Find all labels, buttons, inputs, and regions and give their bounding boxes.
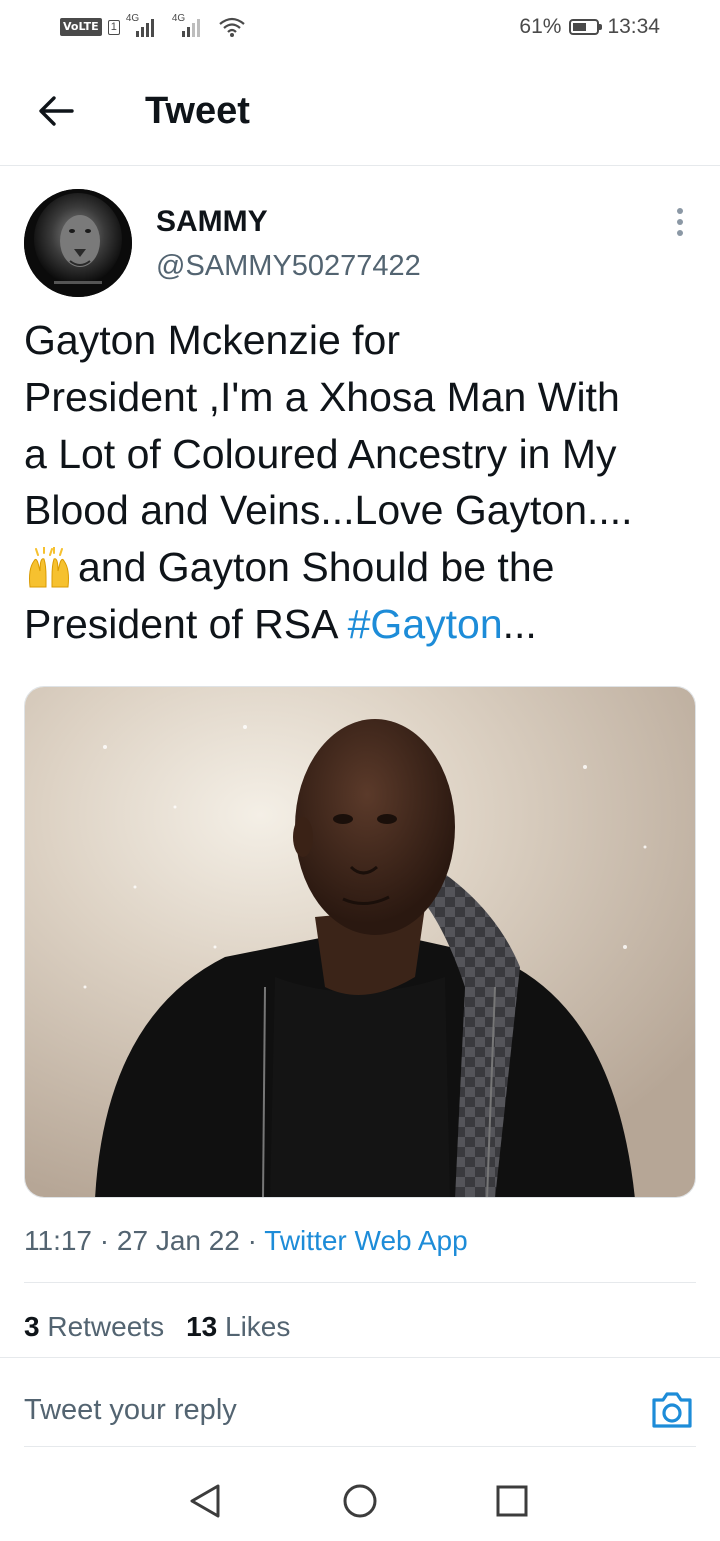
meta-separator: · bbox=[239, 1225, 265, 1256]
tweet-text-line: Gayton Mckenzie for bbox=[24, 317, 400, 363]
nav-recents-icon bbox=[496, 1485, 528, 1517]
more-options-icon[interactable] bbox=[666, 204, 694, 240]
retweets-label: Retweets bbox=[47, 1311, 165, 1342]
meta-separator: · bbox=[92, 1225, 117, 1256]
lion-avatar-icon bbox=[24, 189, 132, 297]
tweet-stats: 3 Retweets 13 Likes bbox=[24, 1308, 290, 1346]
photo-person-image bbox=[25, 687, 695, 1197]
divider bbox=[24, 1446, 696, 1447]
reply-input[interactable]: Tweet your reply bbox=[24, 1390, 237, 1430]
arrow-left-icon bbox=[39, 96, 74, 126]
nav-home-icon bbox=[343, 1484, 377, 1518]
author-name[interactable]: SAMMY bbox=[156, 204, 268, 240]
likes-label: Likes bbox=[225, 1311, 291, 1342]
back-button[interactable] bbox=[34, 89, 78, 133]
tweet-meta: 11:17 · 27 Jan 22 · Twitter Web App bbox=[24, 1222, 468, 1260]
nav-recents-button[interactable] bbox=[490, 1480, 534, 1524]
tweet-date: 27 Jan 22 bbox=[116, 1225, 240, 1256]
system-nav-bar bbox=[0, 1460, 720, 1541]
raising-hands-emoji-icon bbox=[29, 547, 69, 588]
sim-indicator: 1 bbox=[107, 19, 120, 35]
camera-button[interactable] bbox=[648, 1386, 696, 1434]
camera-icon bbox=[652, 1392, 692, 1428]
status-right: 61% 13:34 bbox=[519, 12, 660, 42]
tweet-source-link[interactable]: Twitter Web App bbox=[264, 1225, 467, 1256]
signal-icon: 4G bbox=[126, 13, 166, 39]
nav-back-icon bbox=[190, 1484, 220, 1518]
status-left: VoLTE 1 4G 4G bbox=[60, 13, 246, 40]
divider bbox=[0, 1357, 720, 1358]
tweet-text-line: President ,I'm a Xhosa Man With bbox=[24, 373, 620, 420]
likes-stat[interactable]: 13 Likes bbox=[186, 1311, 290, 1342]
divider bbox=[24, 1282, 696, 1283]
tweet-text-line: a Lot of Coloured Ancestry in My bbox=[24, 430, 617, 477]
clock: 13:34 bbox=[607, 15, 660, 38]
author-avatar[interactable] bbox=[24, 189, 132, 297]
retweets-count: 3 bbox=[24, 1311, 40, 1342]
top-app-bar: Tweet bbox=[0, 56, 720, 166]
nav-home-button[interactable] bbox=[338, 1480, 382, 1524]
tweet-text: Gayton Mckenzie for President ,I'm a Xho… bbox=[24, 312, 704, 653]
likes-count: 13 bbox=[186, 1311, 218, 1342]
volte-badge: VoLTE bbox=[60, 18, 102, 36]
hashtag-link[interactable]: #Gayton bbox=[348, 601, 503, 647]
wifi-icon bbox=[219, 17, 245, 37]
tweet-text-line: and Gayton Should be the bbox=[78, 544, 555, 591]
battery-percent: 61% bbox=[519, 15, 562, 38]
tweet-text-line: Blood and Veins...Love Gayton.... bbox=[24, 487, 633, 534]
status-bar: VoLTE 1 4G 4G 61% 13:34 bbox=[0, 0, 720, 56]
tweet-text-ellipsis: ... bbox=[502, 600, 537, 647]
nav-back-button[interactable] bbox=[184, 1480, 228, 1524]
author-handle[interactable]: @SAMMY50277422 bbox=[156, 248, 421, 284]
tweet-time: 11:17 bbox=[24, 1225, 92, 1256]
retweets-stat[interactable]: 3 Retweets bbox=[24, 1311, 164, 1342]
signal-icon-secondary: 4G bbox=[172, 13, 212, 39]
tweet-text-line: President of RSA bbox=[24, 600, 348, 647]
battery-icon bbox=[569, 19, 603, 35]
page-title: Tweet bbox=[145, 90, 250, 132]
tweet-photo[interactable] bbox=[24, 686, 696, 1198]
